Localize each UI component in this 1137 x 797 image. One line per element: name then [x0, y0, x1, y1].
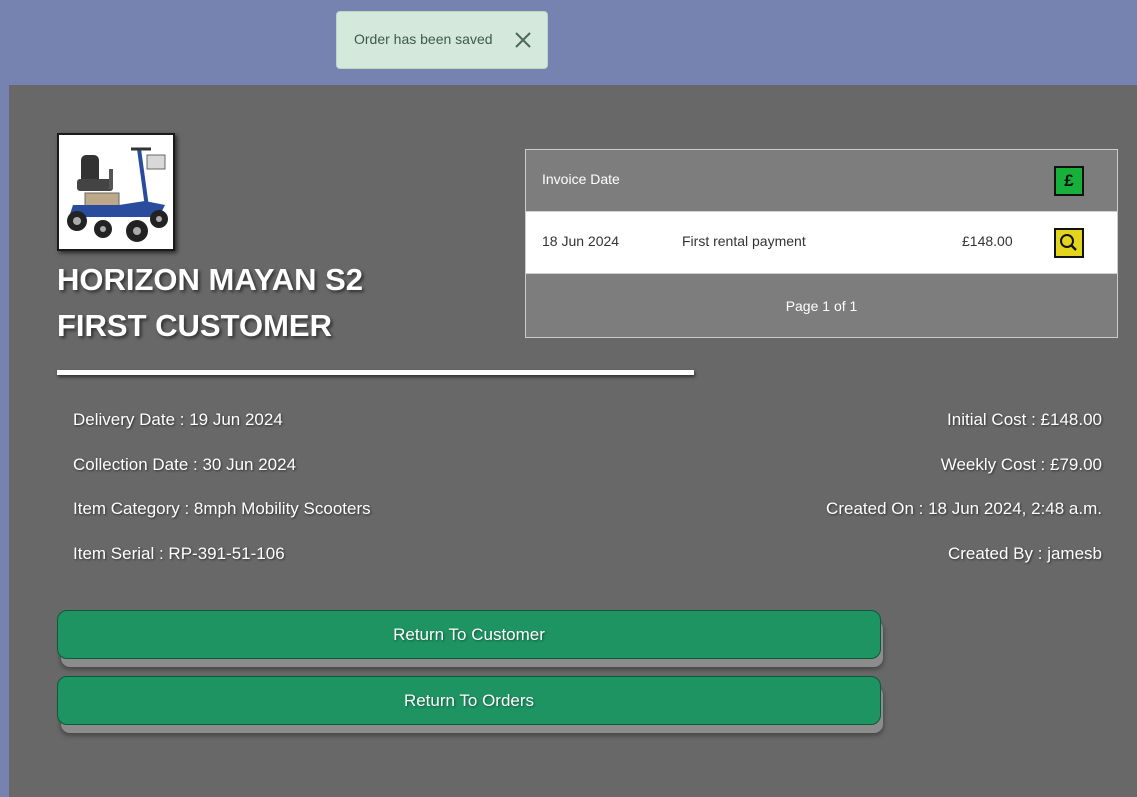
save-toast: Order has been saved: [336, 11, 548, 69]
mobility-scooter-icon: [67, 147, 168, 242]
invoice-pagination: Page 1 of 1: [526, 274, 1117, 337]
add-invoice-button[interactable]: £: [1054, 166, 1084, 196]
divider: [57, 370, 694, 375]
created-by: Created By : jamesb: [947, 544, 1102, 563]
customer-name: FIRST CUSTOMER: [57, 308, 332, 343]
toast-message: Order has been saved: [354, 31, 493, 47]
invoice-header: Invoice Date £: [526, 150, 1117, 212]
close-icon[interactable]: [513, 30, 533, 50]
collection-date: Collection Date : 30 Jun 2024: [73, 455, 297, 474]
invoice-description: First rental payment: [682, 233, 806, 249]
item-image: [57, 133, 175, 251]
weekly-cost: Weekly Cost : £79.00: [940, 455, 1102, 474]
return-to-orders-button[interactable]: Return To Orders: [57, 676, 881, 725]
invoice-row: 18 Jun 2024 First rental payment £148.00: [526, 212, 1117, 274]
invoice-table: Invoice Date £ 18 Jun 2024 First rental …: [525, 149, 1118, 338]
return-to-customer-button[interactable]: Return To Customer: [57, 610, 881, 659]
invoice-date: 18 Jun 2024: [542, 233, 620, 249]
item-category: Item Category : 8mph Mobility Scooters: [73, 499, 371, 518]
created-on: Created On : 18 Jun 2024, 2:48 a.m.: [826, 499, 1102, 518]
item-serial: Item Serial : RP-391-51-106: [73, 544, 285, 563]
initial-cost: Initial Cost : £148.00: [947, 410, 1102, 429]
invoice-date-header: Invoice Date: [542, 171, 620, 187]
view-invoice-button[interactable]: [1054, 228, 1084, 258]
search-icon: [1060, 234, 1077, 251]
item-name: HORIZON MAYAN S2: [57, 262, 364, 297]
delivery-date: Delivery Date : 19 Jun 2024: [73, 410, 283, 429]
page-indicator: Page 1 of 1: [785, 298, 858, 314]
invoice-amount: £148.00: [962, 233, 1013, 249]
